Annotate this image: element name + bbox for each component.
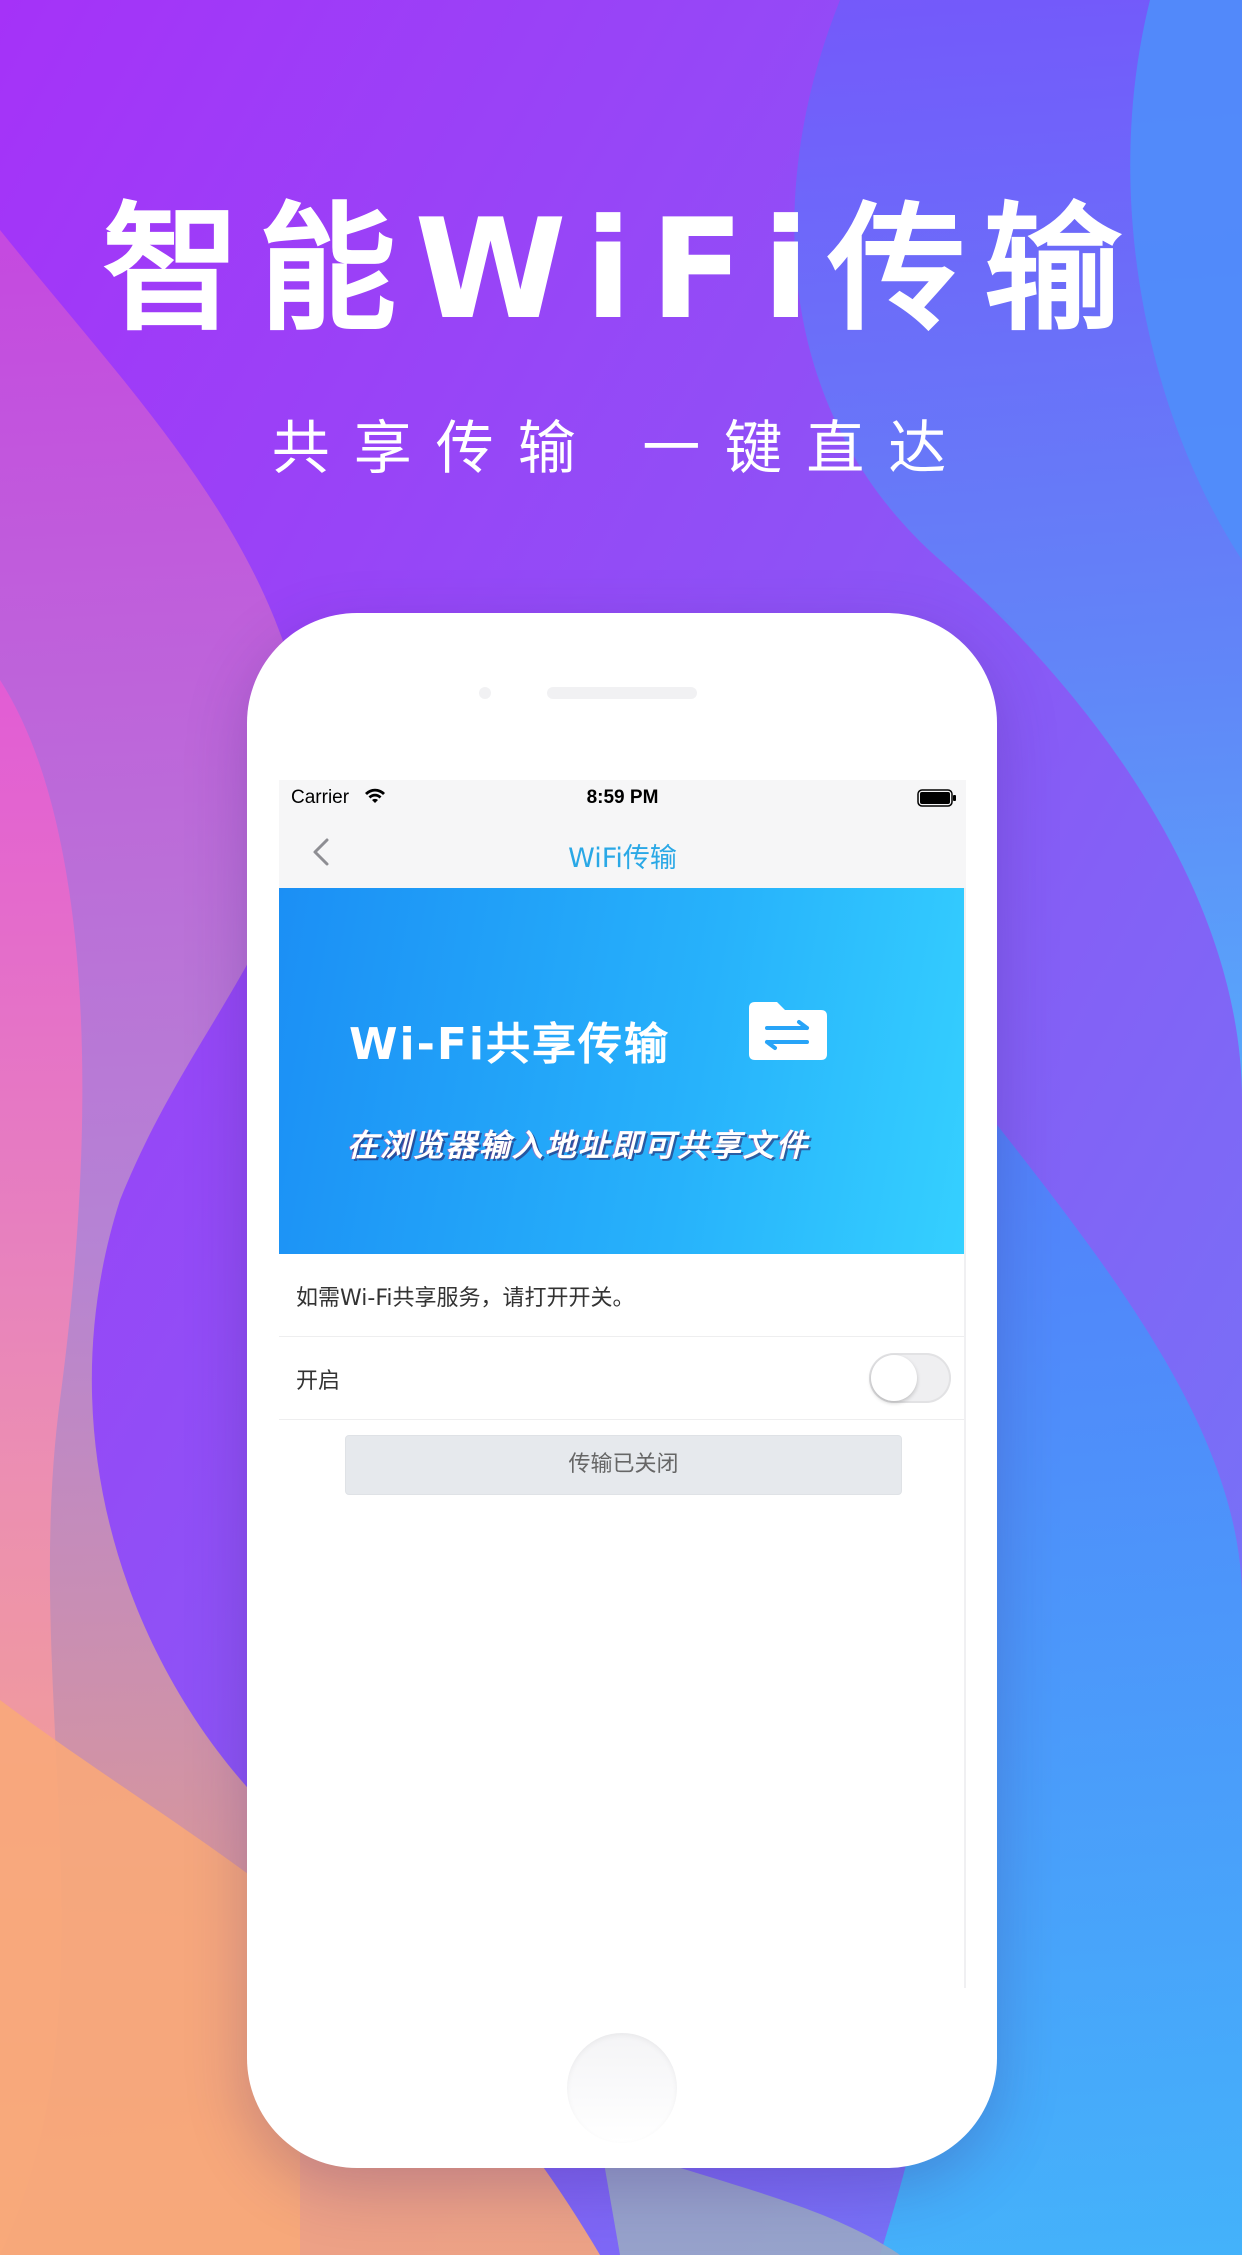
- battery-icon: [917, 789, 956, 807]
- hint-row: 如需Wi-Fi共享服务，请打开开关。: [279, 1254, 966, 1337]
- banner-subtitle: 在浏览器输入地址即可共享文件: [347, 1128, 809, 1164]
- promo-headline: 智能WiFi传输: [102, 189, 1140, 350]
- page-title: WiFi传输: [568, 843, 677, 874]
- switch-knob: [871, 1355, 917, 1401]
- folder-transfer-icon: [749, 1002, 827, 1060]
- banner-title: Wi-Fi共享传输: [349, 1019, 671, 1070]
- phone-camera: [479, 687, 491, 699]
- navigation-bar: WiFi传输: [279, 816, 966, 889]
- promo-subline: 共享传输 一键直达: [271, 414, 971, 482]
- transfer-status-button[interactable]: 传输已关闭: [345, 1435, 902, 1495]
- home-button[interactable]: [567, 2033, 677, 2143]
- hint-text: 如需Wi-Fi共享服务，请打开开关。: [296, 1286, 635, 1311]
- wifi-share-switch[interactable]: [869, 1353, 951, 1403]
- toggle-label: 开启: [296, 1369, 341, 1394]
- status-bar: Carrier 8:59 PM: [279, 780, 966, 816]
- phone-speaker: [547, 687, 697, 699]
- wifi-share-toggle-row: 开启: [279, 1337, 966, 1420]
- app-screen: Carrier 8:59 PM WiFi传输 Wi-Fi共享传输 在浏览器输入地…: [279, 780, 966, 2000]
- scroll-edge: [964, 888, 966, 1988]
- status-time: 8:59 PM: [586, 787, 659, 808]
- wifi-banner: Wi-Fi共享传输 在浏览器输入地址即可共享文件: [279, 888, 966, 1254]
